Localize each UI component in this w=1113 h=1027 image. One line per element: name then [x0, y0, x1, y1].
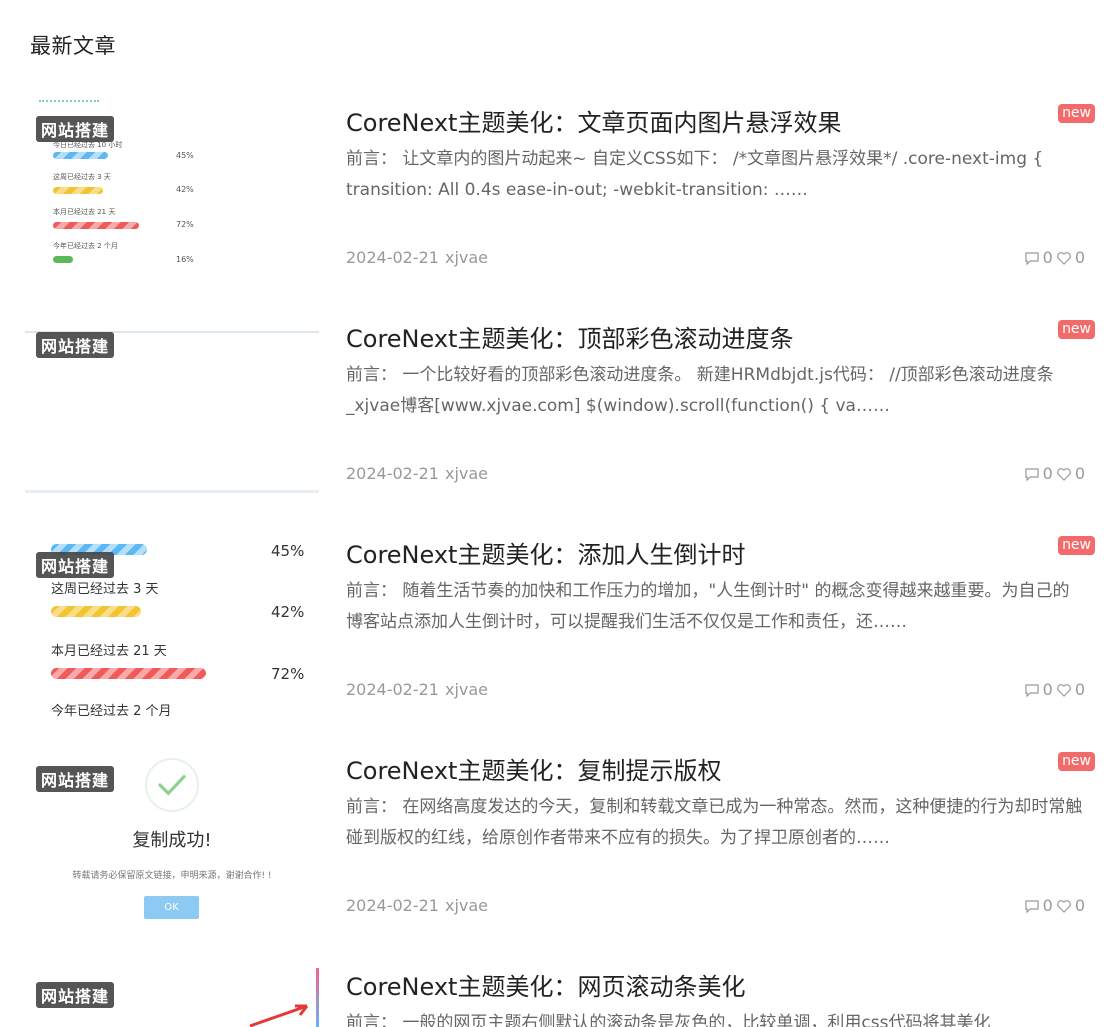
comment-count: 0	[1042, 896, 1053, 915]
post-excerpt: 前言： 让文章内的图片动起来~ 自定义CSS如下： /*文章图片悬浮效果*/ .…	[346, 149, 1044, 200]
copy-success-desc: 转载请务必保留原文链接，申明来源，谢谢合作! !	[72, 871, 272, 881]
category-tag[interactable]: 网站搭建	[36, 982, 115, 1008]
post-card[interactable]: 今日已经过去 10 小时 45% 这周已经过去 3 天 42% 本月已经过去 2…	[25, 100, 1095, 316]
like-count: 0	[1074, 464, 1085, 483]
like-count: 0	[1074, 680, 1085, 699]
post-meta: 2024-02-21 xjvae	[346, 248, 488, 267]
thumb-row-pct: 45%	[176, 151, 194, 160]
post-excerpt: 前言： 一个比较好看的顶部彩色滚动进度条。 新建HRMdbjdt.js代码： /…	[346, 365, 1054, 416]
thumb-progress-bar	[53, 187, 103, 194]
post-date: 2024-02-21	[346, 896, 439, 915]
post-author[interactable]: xjvae	[445, 464, 488, 483]
category-tag[interactable]: 网站搭建	[36, 116, 115, 142]
post-card[interactable]: 复制成功! 转载请务必保留原文链接，申明来源，谢谢合作! ! OK 网站搭建 C…	[25, 748, 1095, 964]
thumb-row-pct: 42%	[176, 185, 194, 194]
post-meta: 2024-02-21 xjvae	[346, 896, 488, 915]
thumb-progress-bar	[51, 668, 206, 679]
comment-icon	[1025, 899, 1039, 913]
post-date: 2024-02-21	[346, 464, 439, 483]
comment-icon	[1025, 683, 1039, 697]
heart-icon[interactable]	[1056, 466, 1072, 482]
post-meta: 2024-02-21 xjvae	[346, 464, 488, 483]
thumb-row-label: 今年已经过去 2 个月	[51, 704, 172, 719]
post-title[interactable]: CoreNext主题美化：添加人生倒计时	[346, 535, 745, 570]
post-stats: 0 0	[1024, 680, 1085, 699]
post-stats: 0 0	[1024, 464, 1085, 483]
post-date: 2024-02-21	[346, 248, 439, 267]
thumb-row-label: 本月已经过去 21 天	[51, 644, 167, 659]
heart-icon[interactable]	[1056, 898, 1072, 914]
thumb-row-label: 这周已经过去 3 天	[51, 582, 159, 597]
comment-count: 0	[1042, 248, 1053, 267]
thumb-progress-bar	[53, 152, 108, 159]
category-tag[interactable]: 网站搭建	[36, 552, 115, 578]
thumb-row-pct: 72%	[176, 220, 194, 229]
post-title[interactable]: CoreNext主题美化：复制提示版权	[346, 751, 721, 786]
new-badge: new	[1058, 752, 1095, 771]
thumb-row-label: 这周已经过去 3 天	[53, 173, 111, 181]
success-check-icon	[145, 758, 199, 812]
new-badge: new	[1058, 104, 1095, 123]
category-tag[interactable]: 网站搭建	[36, 332, 115, 358]
comment-count: 0	[1042, 464, 1053, 483]
thumb-row-pct: 72%	[271, 665, 305, 683]
new-badge: new	[1058, 320, 1095, 339]
comment-icon	[1025, 251, 1039, 265]
post-title[interactable]: CoreNext主题美化：网页滚动条美化	[346, 967, 745, 1002]
post-title[interactable]: CoreNext主题美化：文章页面内图片悬浮效果	[346, 103, 841, 138]
thumb-row-label: 本月已经过去 21 天	[53, 208, 116, 216]
ok-button: OK	[144, 896, 199, 919]
scrollbar-preview	[316, 968, 319, 1027]
new-badge: new	[1058, 536, 1095, 555]
post-stats: 0 0	[1024, 896, 1085, 915]
post-author[interactable]: xjvae	[445, 248, 488, 267]
thumb-progress-bar	[53, 256, 73, 263]
thumb-progress-bar	[51, 606, 141, 617]
post-excerpt: 前言： 随着生活节奏的加快和工作压力的增加，"人生倒计时" 的概念变得越来越重要…	[346, 581, 1070, 632]
arrow-icon	[249, 1004, 309, 1027]
thumb-row-pct: 42%	[271, 603, 305, 621]
thumb-row-label: 今年已经过去 2 个月	[53, 242, 118, 250]
thumb-progress-bar	[53, 222, 139, 229]
post-meta: 2024-02-21 xjvae	[346, 680, 488, 699]
thumb-row-pct: 45%	[271, 542, 305, 560]
like-count: 0	[1074, 896, 1085, 915]
post-excerpt: 前言： 一般的网页主题右侧默认的滚动条是灰色的，比较单调，利用css代码将其美化	[346, 1013, 991, 1027]
post-card[interactable]: 网站搭建 CoreNext主题美化：顶部彩色滚动进度条 new 前言： 一个比较…	[25, 316, 1095, 532]
section-title: 最新文章	[30, 34, 116, 58]
post-card[interactable]: 45% 这周已经过去 3 天 42% 本月已经过去 21 天 72% 今年已经过…	[25, 532, 1095, 748]
post-author[interactable]: xjvae	[445, 896, 488, 915]
comment-icon	[1025, 467, 1039, 481]
comment-count: 0	[1042, 680, 1053, 699]
copy-success-title: 复制成功!	[132, 830, 212, 851]
category-tag[interactable]: 网站搭建	[36, 766, 115, 792]
post-title[interactable]: CoreNext主题美化：顶部彩色滚动进度条	[346, 319, 793, 354]
post-stats: 0 0	[1024, 248, 1085, 267]
thumb-divider	[25, 490, 319, 493]
heart-icon[interactable]	[1056, 250, 1072, 266]
post-author[interactable]: xjvae	[445, 680, 488, 699]
heart-icon[interactable]	[1056, 682, 1072, 698]
post-card[interactable]: 网站搭建 CoreNext主题美化：网页滚动条美化 前言： 一般的网页主题右侧默…	[25, 964, 1095, 1027]
like-count: 0	[1074, 248, 1085, 267]
thumb-row-pct: 16%	[176, 255, 194, 264]
post-date: 2024-02-21	[346, 680, 439, 699]
post-excerpt: 前言： 在网络高度发达的今天，复制和转载文章已成为一种常态。然而，这种便捷的行为…	[346, 797, 1083, 848]
